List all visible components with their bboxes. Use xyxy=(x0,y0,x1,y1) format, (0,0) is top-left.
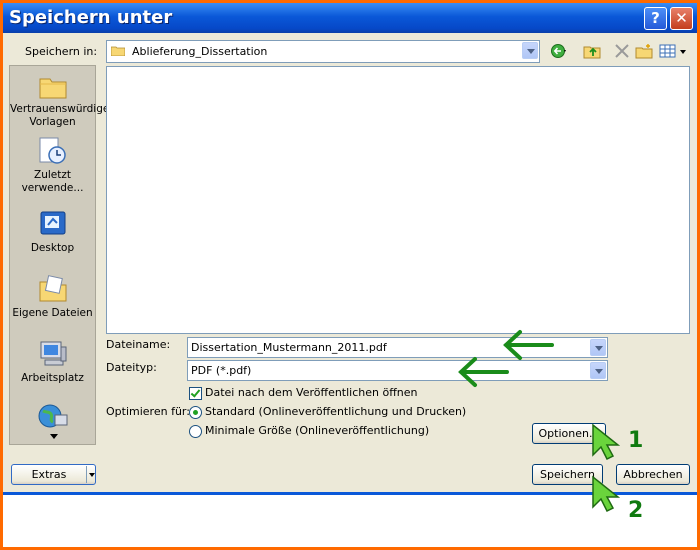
help-button[interactable]: ? xyxy=(644,7,667,30)
recent-icon xyxy=(39,137,66,164)
place-my-computer[interactable]: Arbeitsplatz xyxy=(10,339,95,385)
place-label: Eigene Dateien xyxy=(12,307,93,319)
filetype-value: PDF (*.pdf) xyxy=(191,364,252,377)
place-trusted-templates[interactable]: Vertrauenswürdige Vorlagen xyxy=(10,74,109,129)
cancel-button[interactable]: Abbrechen xyxy=(616,464,690,485)
optimize-standard-label[interactable]: Standard (Onlineveröffentlichung und Dru… xyxy=(205,405,466,419)
extras-button[interactable]: Extras xyxy=(11,464,96,485)
place-my-documents[interactable]: Eigene Dateien xyxy=(10,274,95,320)
chevron-down-icon[interactable] xyxy=(590,339,606,356)
title-bar[interactable]: Speichern unter ? ✕ xyxy=(3,3,697,33)
place-label: Vertrauenswürdige Vorlagen xyxy=(10,103,110,128)
open-after-label[interactable]: Datei nach dem Veröffentlichen öffnen xyxy=(205,386,418,400)
up-folder-icon[interactable] xyxy=(583,43,601,59)
chevron-down-icon[interactable] xyxy=(522,42,538,59)
extras-label: Extras xyxy=(31,468,67,481)
optimize-minimal-label[interactable]: Minimale Größe (Onlineveröffentlichung) xyxy=(205,424,429,438)
chevron-down-icon[interactable] xyxy=(86,466,96,483)
save-in-dropdown[interactable]: Ablieferung_Dissertation xyxy=(106,40,540,63)
scroll-down-icon[interactable] xyxy=(50,434,58,440)
window-title: Speichern unter xyxy=(9,7,173,28)
optimize-label: Optimieren für: xyxy=(106,405,190,418)
my-computer-icon xyxy=(40,341,66,366)
cursor-pointer-icon xyxy=(592,423,621,461)
step-number-2: 2 xyxy=(628,498,644,523)
network-icon xyxy=(38,404,67,428)
cursor-pointer-icon xyxy=(592,475,621,513)
close-button[interactable]: ✕ xyxy=(670,7,693,30)
place-recent[interactable]: Zuletzt verwende... xyxy=(10,136,95,195)
file-list[interactable] xyxy=(106,66,690,334)
filename-value: Dissertation_Mustermann_2011.pdf xyxy=(191,341,387,354)
save-in-label: Speichern in: xyxy=(25,45,98,58)
my-documents-icon xyxy=(39,275,66,302)
place-network[interactable] xyxy=(10,403,95,434)
place-desktop[interactable]: Desktop xyxy=(10,209,95,255)
back-icon[interactable] xyxy=(550,43,568,59)
place-label: Desktop xyxy=(30,242,75,254)
save-as-dialog: Speichern unter ? ✕ Speichern in: Ablief… xyxy=(3,3,697,547)
view-menu-icon[interactable] xyxy=(659,43,689,59)
arrow-left-icon xyxy=(458,357,509,387)
step-number-1: 1 xyxy=(628,428,644,453)
optimize-standard-radio[interactable] xyxy=(189,406,202,419)
save-in-value: Ablieferung_Dissertation xyxy=(132,45,268,58)
folder-icon xyxy=(111,46,125,56)
delete-icon[interactable] xyxy=(613,43,631,59)
place-label: Arbeitsplatz xyxy=(21,372,84,384)
filetype-label: Dateityp: xyxy=(106,361,157,374)
places-bar: Vertrauenswürdige Vorlagen Zuletzt verwe… xyxy=(9,65,109,445)
filename-label: Dateiname: xyxy=(106,338,171,351)
folder-icon xyxy=(39,78,66,99)
open-after-checkbox[interactable] xyxy=(189,387,202,400)
chevron-down-icon[interactable] xyxy=(590,362,606,379)
new-folder-icon[interactable] xyxy=(635,43,653,59)
optimize-minimal-radio[interactable] xyxy=(189,425,202,438)
desktop-icon xyxy=(40,211,65,235)
place-label: Zuletzt verwende... xyxy=(21,169,84,194)
filetype-dropdown[interactable]: PDF (*.pdf) xyxy=(187,360,608,381)
